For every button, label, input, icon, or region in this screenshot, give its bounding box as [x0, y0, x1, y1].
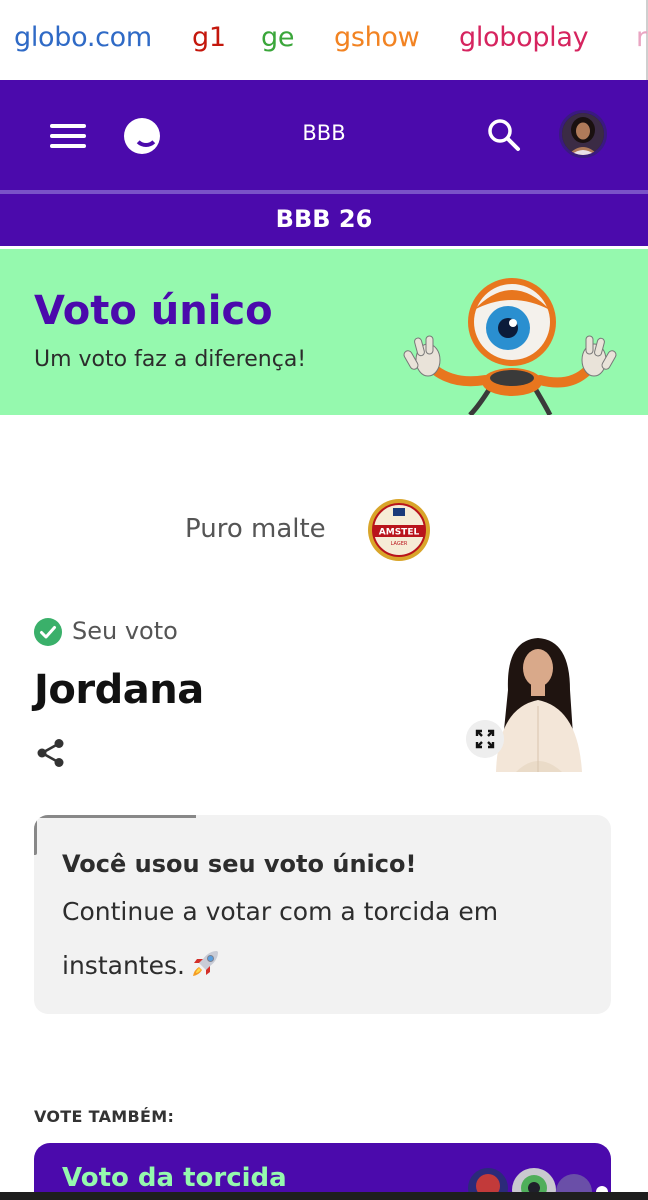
vote-status-label: Seu voto [72, 617, 178, 645]
vote-also-label: VOTE TAMBÉM: [34, 1107, 175, 1126]
avatar-image [562, 113, 604, 155]
info-text-line-2: instantes. [62, 946, 223, 980]
bottom-edge [0, 1192, 648, 1200]
search-icon[interactable] [486, 117, 522, 153]
amstel-logo-sub: LAGER [391, 541, 408, 547]
countdown-progress-edge [34, 815, 37, 855]
share-icon[interactable] [36, 738, 66, 768]
brand-link-gshow[interactable]: gshow [334, 22, 420, 53]
amstel-logo-text: AMSTEL [379, 528, 420, 538]
check-circle-icon [34, 618, 62, 646]
brand-link-globoplay[interactable]: globoplay [459, 22, 589, 53]
voto-da-torcida-title[interactable]: Voto da torcida [62, 1163, 287, 1193]
program-title[interactable]: BBB 26 [0, 205, 648, 233]
brand-link-more[interactable]: r [636, 22, 647, 53]
big-brother-eye-mascot-icon [403, 278, 617, 415]
info-text-line-2-text: instantes. [62, 951, 185, 980]
expand-icon[interactable] [466, 720, 504, 758]
countdown-progress [34, 815, 196, 818]
header-title[interactable]: BBB [0, 121, 648, 145]
sponsor-tagline: Puro malte [185, 514, 326, 544]
brand-link-g1[interactable]: g1 [192, 22, 226, 53]
info-text-line-1: Continue a votar com a torcida em [62, 897, 499, 926]
brand-link-globo[interactable]: globo.com [14, 22, 152, 53]
amstel-logo[interactable]: AMSTEL LAGER [367, 498, 431, 562]
candidate-name: Jordana [34, 667, 204, 713]
info-title: Você usou seu voto único! [62, 850, 417, 878]
banner-subtitle: Um voto faz a diferença! [34, 347, 307, 372]
rocket-icon [192, 951, 218, 976]
user-avatar[interactable] [559, 110, 607, 158]
banner-title: Voto único [34, 288, 273, 334]
brand-link-ge[interactable]: ge [261, 22, 294, 53]
